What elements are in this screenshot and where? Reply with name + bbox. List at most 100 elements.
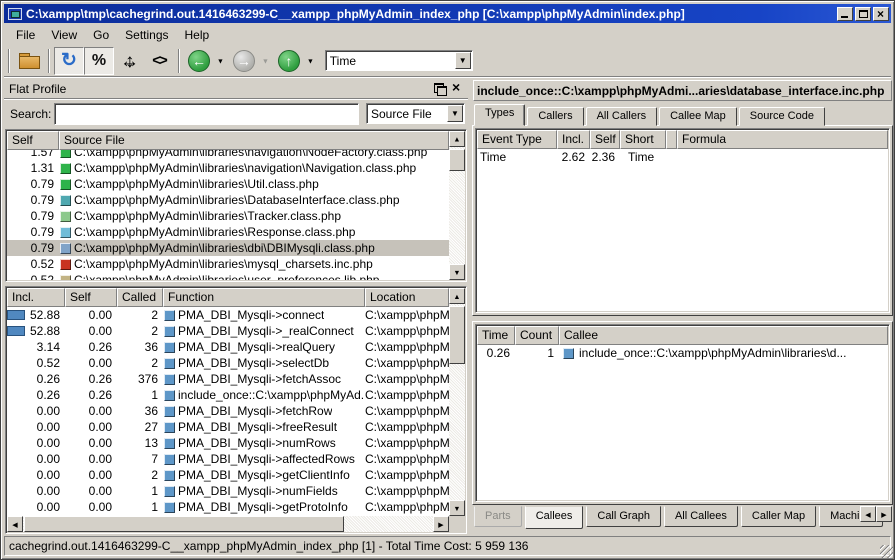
file-row[interactable]: 0.79C:\xampp\phpMyAdmin\libraries\Respon… [7,224,449,240]
function-icon [164,470,175,481]
scrollbar-thumb[interactable] [449,149,465,171]
file-row[interactable]: 0.52C:\xampp\phpMyAdmin\libraries\mysql_… [7,256,449,272]
column-header-short[interactable]: Short [620,130,666,149]
file-row[interactable]: 1.31C:\xampp\phpMyAdmin\libraries\naviga… [7,160,449,176]
function-row[interactable]: 0.000.001PMA_DBI_Mysqli->numFieldsC:\xam… [7,483,449,499]
bottom-tab-call-graph[interactable]: Call Graph [586,506,661,527]
tabs-scroll-right-icon[interactable] [876,506,892,522]
maximize-button[interactable] [855,7,871,21]
function-row[interactable]: 0.260.261include_once::C:\xampp\phpMyAd.… [7,387,449,403]
function-row[interactable]: 0.000.001PMA_DBI_Mysqli->getProtoInfoC:\… [7,499,449,515]
close-button[interactable] [873,7,889,21]
scrollbar-thumb[interactable] [24,516,344,532]
file-row[interactable]: 0.79C:\xampp\phpMyAdmin\libraries\Util.c… [7,176,449,192]
scroll-left-icon[interactable] [7,516,23,532]
tab-source-code[interactable]: Source Code [739,107,825,126]
column-header-callee[interactable]: Callee [559,326,888,345]
file-row[interactable]: 0.52C:\xampp\phpMyAdmin\libraries\user_p… [7,272,449,280]
file-row[interactable]: 0.79C:\xampp\phpMyAdmin\libraries\dbi\DB… [7,240,449,256]
incl-cost-cell: 0.00 [7,404,65,418]
scroll-up-icon[interactable] [449,288,465,304]
back-button[interactable] [184,47,214,75]
function-detail-panel: include_once::C:\xampp\phpMyAdmi...aries… [472,78,893,535]
incl-cost-value: 0.26 [7,388,60,402]
resize-grip[interactable] [880,545,893,558]
incl-cost-value: 3.14 [7,340,60,354]
status-text: cachegrind.out.1416463299-C__xampp_phpMy… [9,539,528,553]
scroll-up-icon[interactable] [449,131,465,147]
close-dock-icon[interactable] [450,82,464,95]
tab-callee-map[interactable]: Callee Map [659,107,737,126]
column-header-self[interactable]: Self [7,131,59,150]
float-dock-icon[interactable] [432,82,446,95]
menu-file[interactable]: File [8,26,43,44]
file-row[interactable]: 0.79C:\xampp\phpMyAdmin\libraries\Tracke… [7,208,449,224]
column-header-self[interactable]: Self [65,288,117,307]
tabs-scroll-left-icon[interactable] [860,506,876,522]
forward-button[interactable] [229,47,259,75]
group-by-combo[interactable]: Source File [366,103,465,124]
cycle-detection-button[interactable] [144,47,174,75]
function-row[interactable]: 52.880.002PMA_DBI_Mysqli->connectC:\xamp… [7,307,449,323]
function-row[interactable]: 52.880.002PMA_DBI_Mysqli->_realConnectC:… [7,323,449,339]
move-tool-button[interactable] [114,47,144,75]
reload-button[interactable] [54,47,84,75]
open-file-button[interactable] [14,47,44,75]
bottom-tab-caller-map[interactable]: Caller Map [741,506,816,527]
forward-dropdown-icon[interactable] [261,56,270,66]
scroll-down-icon[interactable] [449,500,465,516]
menu-settings[interactable]: Settings [117,26,176,44]
tab-types[interactable]: Types [474,104,525,126]
function-row[interactable]: 0.000.0027PMA_DBI_Mysqli->freeResultC:\x… [7,419,449,435]
up-dropdown-icon[interactable] [306,56,315,66]
function-row[interactable]: 0.000.007PMA_DBI_Mysqli->affectedRowsC:\… [7,451,449,467]
bottom-tab-all-callees[interactable]: All Callees [664,506,738,527]
vertical-scrollbar[interactable] [449,131,465,280]
file-row[interactable]: 1.57C:\xampp\phpMyAdmin\libraries\naviga… [7,150,449,160]
callee-row[interactable]: 0.261include_once::C:\xampp\phpMyAdmin\l… [477,345,888,361]
column-header-source-file[interactable]: Source File [59,131,449,150]
menu-help[interactable]: Help [177,26,218,44]
function-row[interactable]: 3.140.2636PMA_DBI_Mysqli->realQueryC:\xa… [7,339,449,355]
horizontal-scrollbar[interactable] [7,516,449,532]
scroll-down-icon[interactable] [449,264,465,280]
file-row[interactable]: 0.79C:\xampp\phpMyAdmin\libraries\Databa… [7,192,449,208]
minimize-button[interactable] [837,7,853,21]
chevron-down-icon[interactable] [447,105,463,122]
scrollbar-thumb[interactable] [449,306,465,364]
function-row[interactable]: 0.000.0013PMA_DBI_Mysqli->numRowsC:\xamp… [7,435,449,451]
column-header-spacer[interactable] [666,130,677,149]
scroll-right-icon[interactable] [433,516,449,532]
column-header-self[interactable]: Self [590,130,620,149]
location-value: C:\xampp\phpMy [365,420,449,434]
column-header-function[interactable]: Function [163,288,365,307]
function-row[interactable]: 0.000.002PMA_DBI_Mysqli->getClientInfoC:… [7,467,449,483]
function-row[interactable]: 0.260.26376PMA_DBI_Mysqli->fetchAssocC:\… [7,371,449,387]
function-row[interactable]: 0.000.0036PMA_DBI_Mysqli->fetchRowC:\xam… [7,403,449,419]
column-header-location[interactable]: Location [365,288,449,307]
menu-go[interactable]: Go [85,26,117,44]
column-header-incl-[interactable]: Incl. [557,130,590,149]
search-input[interactable] [54,103,359,125]
column-header-formula[interactable]: Formula [677,130,888,149]
up-button[interactable] [274,47,304,75]
column-header-event-type[interactable]: Event Type [477,130,557,149]
bottom-tab-callees[interactable]: Callees [525,506,584,529]
bottom-tab-parts[interactable]: Parts [474,506,522,527]
back-dropdown-icon[interactable] [216,56,225,66]
column-header-called[interactable]: Called [117,288,163,307]
column-header-count[interactable]: Count [515,326,559,345]
column-header-time[interactable]: Time [477,326,515,345]
column-header-incl-[interactable]: Incl. [7,288,65,307]
vertical-scrollbar[interactable] [449,288,465,516]
tab-all-callers[interactable]: All Callers [586,107,658,126]
relative-percent-button[interactable] [84,47,114,75]
function-icon [164,406,175,417]
title-bar[interactable]: C:\xampp\tmp\cachegrind.out.1416463299-C… [4,4,891,23]
chevron-down-icon[interactable] [455,52,471,69]
event-type-combo[interactable]: Time [325,50,473,71]
menu-view[interactable]: View [43,26,85,44]
event-type-row[interactable]: Time2.622.36Time [477,149,888,165]
function-row[interactable]: 0.520.002PMA_DBI_Mysqli->selectDbC:\xamp… [7,355,449,371]
tab-callers[interactable]: Callers [527,107,583,126]
